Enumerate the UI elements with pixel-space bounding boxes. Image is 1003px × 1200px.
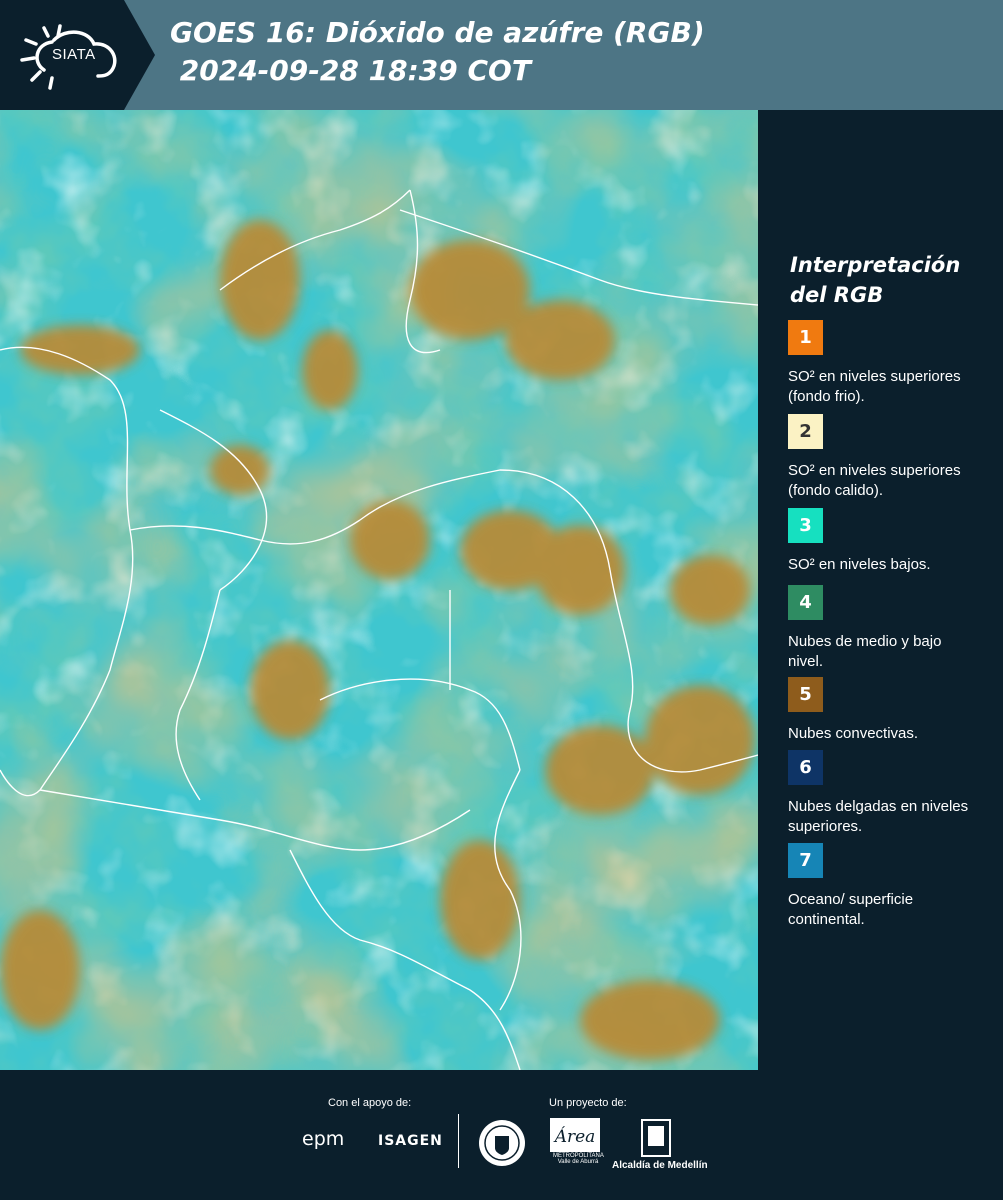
legend-item-5: 5 Nubes convectivas. bbox=[788, 677, 988, 744]
legend-label: Nubes convectivas. bbox=[788, 725, 919, 742]
footer: Con el apoyo de: Un proyecto de: epm ISA… bbox=[0, 1070, 1003, 1200]
legend-swatch: 2 bbox=[788, 414, 823, 449]
siata-logo-text: SIATA bbox=[52, 46, 96, 63]
legend-item-6: 6 Nubes delgadas en niveles superiores. bbox=[788, 750, 988, 837]
legend-swatch: 6 bbox=[788, 750, 823, 785]
area-logo-subtitle: METROPOLITANA Valle de Aburrá bbox=[553, 1153, 604, 1165]
legend-swatch: 5 bbox=[788, 677, 823, 712]
area-logo-text: Área bbox=[553, 1126, 596, 1147]
legend-item-3: 3 SO² en niveles bajos. bbox=[788, 508, 988, 575]
legend-label: Oceano/ superficie continental. bbox=[788, 891, 914, 928]
legend-item-2: 2 SO² en niveles superiores (fondo calido… bbox=[788, 414, 988, 501]
epm-logo: epm bbox=[302, 1128, 345, 1150]
legend-swatch: 3 bbox=[788, 508, 823, 543]
project-label: Un proyecto de: bbox=[549, 1097, 627, 1109]
medellin-seal-icon bbox=[479, 1120, 525, 1166]
legend-label: Nubes delgadas en niveles superiores. bbox=[788, 798, 969, 835]
cloud-texture-convective bbox=[0, 110, 758, 1070]
support-label: Con el apoyo de: bbox=[328, 1097, 412, 1109]
siata-logo: SIATA bbox=[0, 0, 155, 110]
area-metropolitana-logo: Área bbox=[550, 1118, 600, 1152]
legend-label: SO² en niveles bajos. bbox=[788, 556, 931, 573]
footer-divider bbox=[458, 1114, 459, 1168]
legend-swatch: 7 bbox=[788, 843, 823, 878]
legend-swatch: 1 bbox=[788, 320, 823, 355]
isagen-logo: ISAGEN bbox=[378, 1133, 443, 1149]
legend-swatch: 4 bbox=[788, 585, 823, 620]
legend-item-7: 7 Oceano/ superficie continental. bbox=[788, 843, 988, 930]
alcaldia-emblem-icon bbox=[641, 1119, 671, 1157]
page-title: GOES 16: Dióxido de azúfre (RGB) 2024-09… bbox=[170, 16, 705, 87]
alcaldia-logo-text: Alcaldía de Medellín bbox=[612, 1160, 708, 1171]
legend-label: SO² en niveles superiores (fondo calido)… bbox=[788, 462, 961, 499]
header-bar: SIATA GOES 16: Dióxido de azúfre (RGB) 2… bbox=[0, 0, 1003, 110]
legend-title: Interpretación del RGB bbox=[790, 253, 961, 307]
satellite-map bbox=[0, 110, 758, 1070]
legend-item-4: 4 Nubes de medio y bajo nivel. bbox=[788, 585, 988, 672]
legend-item-1: 1 SO² en niveles superiores (fondo frio). bbox=[788, 320, 988, 407]
legend-label: SO² en niveles superiores (fondo frio). bbox=[788, 368, 961, 405]
legend-panel: Interpretación del RGB 1 SO² en niveles s… bbox=[758, 110, 1003, 1070]
legend-label: Nubes de medio y bajo nivel. bbox=[788, 633, 942, 670]
